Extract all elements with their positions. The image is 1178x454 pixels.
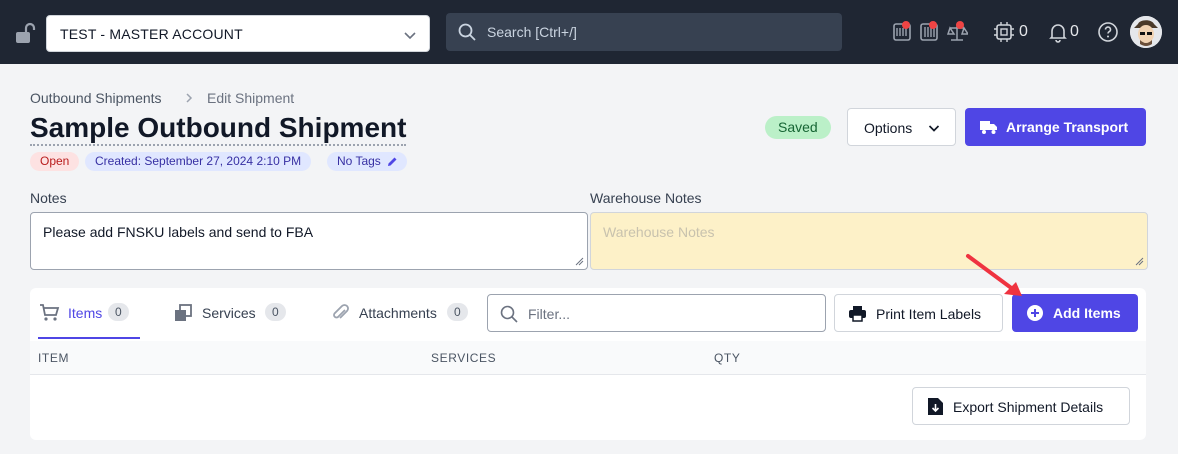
unlock-icon[interactable] [14,22,36,44]
notes-label: Notes [30,190,67,206]
pencil-icon [387,157,397,166]
saved-badge: Saved [765,116,831,139]
search-placeholder: Search [Ctrl+/] [487,24,577,40]
avatar-image [1130,16,1162,48]
resize-grip-icon[interactable] [1135,257,1144,266]
warehouse-notes-placeholder: Warehouse Notes [603,224,715,240]
chevron-right-icon [186,93,193,103]
tab-attachments-count: 0 [447,303,468,321]
arrange-transport-label: Arrange Transport [1006,119,1129,135]
resize-grip-icon[interactable] [575,257,584,266]
table-header [30,341,1146,375]
bell-icon[interactable] [1047,21,1069,43]
export-shipment-details-label: Export Shipment Details [953,399,1104,415]
tab-items-label: Items [68,305,103,321]
search-icon [458,23,476,41]
help-icon[interactable] [1097,21,1119,43]
filter-input[interactable]: Filter... [487,294,826,332]
alert-dot [956,21,964,29]
active-tab-indicator [38,337,140,339]
annotation-arrow [966,254,1022,296]
options-label: Options [864,120,913,136]
account-select[interactable]: TEST - MASTER ACCOUNT [46,15,430,52]
arrange-transport-button[interactable]: Arrange Transport [965,108,1146,146]
plus-circle-icon [1027,305,1043,321]
alert-dot [902,21,910,29]
truck-icon [980,121,997,134]
column-header-item[interactable]: ITEM [38,351,69,365]
print-item-labels-label: Print Item Labels [876,306,982,322]
services-icon [175,304,192,321]
tab-attachments-label: Attachments [359,305,437,321]
tags-label: No Tags [337,154,381,168]
search-icon [500,305,518,323]
chevron-down-icon [404,32,416,40]
page-title[interactable]: Sample Outbound Shipment [30,112,407,146]
global-search[interactable]: Search [Ctrl+/] [446,13,842,51]
printer-icon [849,306,866,322]
warehouse-notes-textarea[interactable]: Warehouse Notes [590,212,1148,270]
notes-value: Please add FNSKU labels and send to FBA [43,224,314,240]
user-avatar[interactable] [1130,16,1162,48]
filter-placeholder: Filter... [528,306,571,322]
top-bar: TEST - MASTER ACCOUNT Search [Ctrl+/] 0 … [0,0,1178,64]
tab-items-count: 0 [108,303,129,321]
paperclip-icon [333,304,349,319]
tab-services-count: 0 [265,303,286,321]
cart-icon [40,304,60,321]
chip-icon[interactable] [993,21,1015,43]
column-header-qty[interactable]: QTY [714,351,740,365]
file-download-icon [928,398,943,415]
column-header-services[interactable]: SERVICES [431,351,496,365]
tab-services-label: Services [202,305,256,321]
add-items-label: Add Items [1053,305,1121,321]
breadcrumb-current: Edit Shipment [207,90,295,106]
chevron-down-icon [928,125,940,132]
export-shipment-details-button[interactable]: Export Shipment Details [912,387,1130,425]
status-badge: Open [30,152,80,171]
account-select-value: TEST - MASTER ACCOUNT [60,26,243,42]
notes-textarea[interactable]: Please add FNSKU labels and send to FBA [30,212,588,270]
tags-badge[interactable]: No Tags [327,152,407,171]
created-badge: Created: September 27, 2024 2:10 PM [85,152,312,171]
breadcrumb-parent[interactable]: Outbound Shipments [30,90,162,106]
bell-count: 0 [1070,23,1079,40]
options-button[interactable]: Options [847,108,956,146]
warehouse-notes-label: Warehouse Notes [590,190,702,206]
alert-dot [929,21,937,29]
chip-count: 0 [1019,23,1028,40]
